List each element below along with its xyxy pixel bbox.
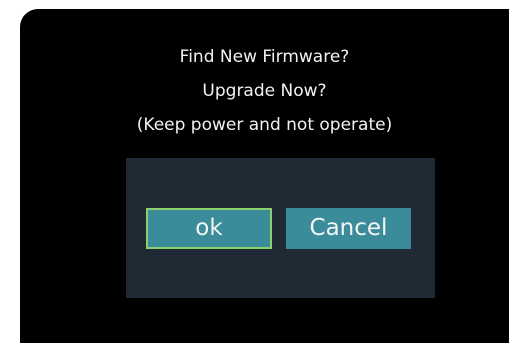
cancel-button[interactable]: Cancel xyxy=(286,208,411,249)
message-line-upgrade-now: Upgrade Now? xyxy=(202,81,327,101)
screen: Find New Firmware? Upgrade Now? (Keep po… xyxy=(0,0,509,343)
message-line-find-firmware: Find New Firmware? xyxy=(179,47,350,67)
message-line-keep-power: (Keep power and not operate) xyxy=(136,115,393,135)
ok-button[interactable]: ok xyxy=(146,208,272,249)
firmware-upgrade-dialog: Find New Firmware? Upgrade Now? (Keep po… xyxy=(20,9,509,343)
button-panel: ok Cancel xyxy=(126,158,435,298)
